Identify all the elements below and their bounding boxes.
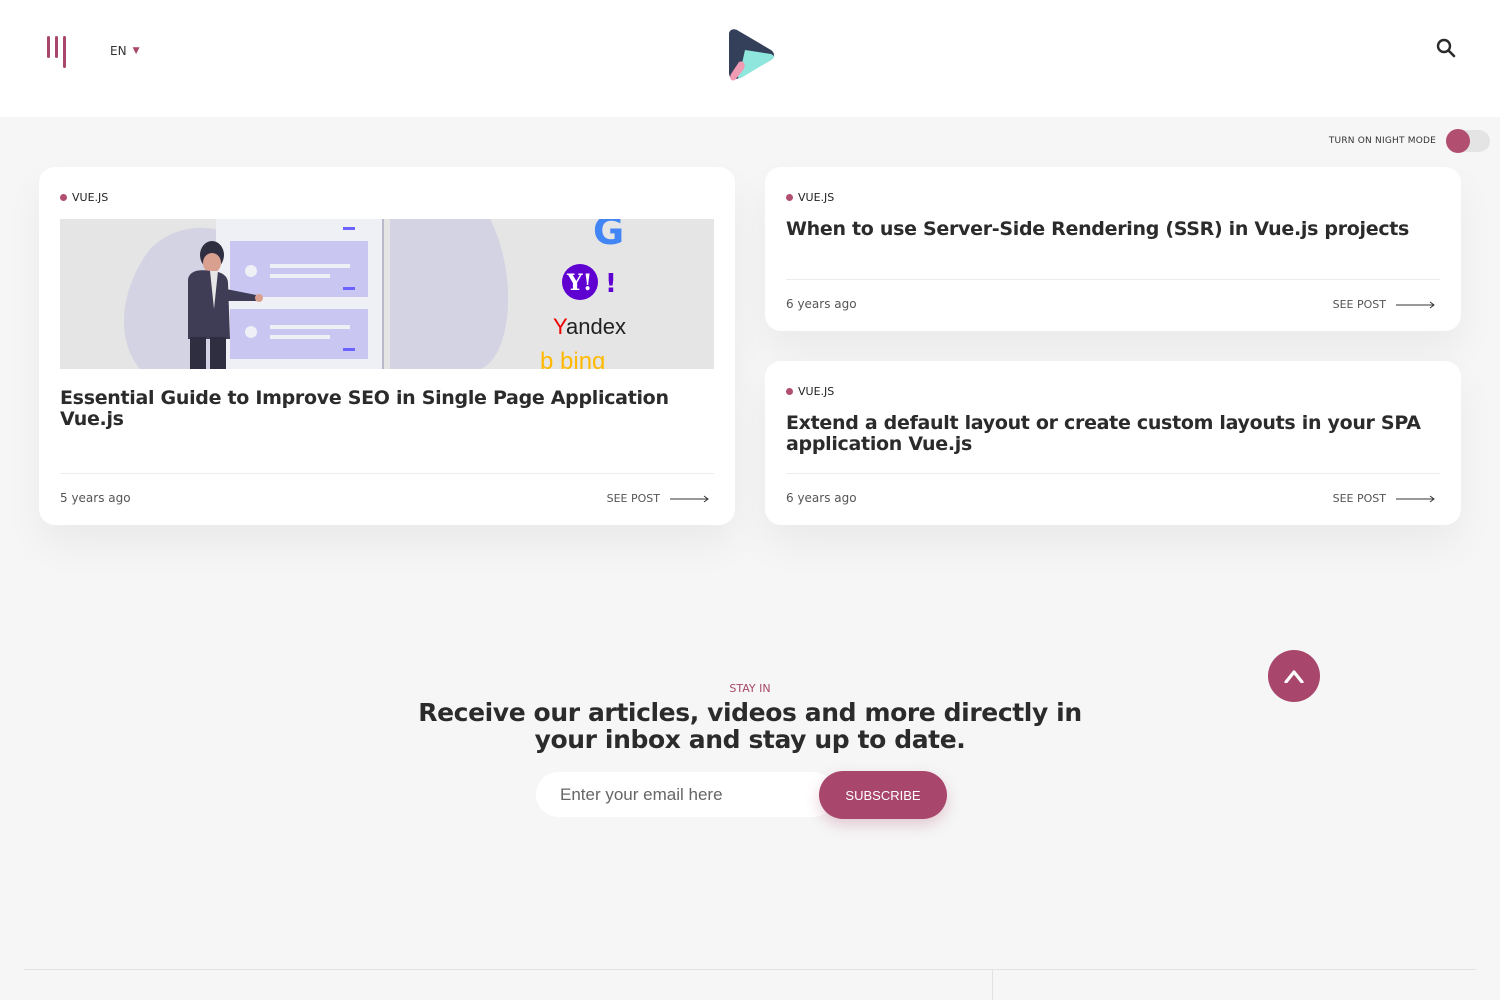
footer-column-divider: [992, 969, 993, 1000]
tag-dot-icon: [60, 194, 67, 201]
subscribe-button[interactable]: SUBSCRIBE: [819, 771, 947, 819]
post-title[interactable]: When to use Server-Side Rendering (SSR) …: [786, 219, 1441, 240]
tag-dot-icon: [786, 388, 793, 395]
night-mode-control: TURN ON NIGHT MODE: [1328, 129, 1490, 153]
tag-label: VUE.JS: [72, 191, 109, 204]
post-card[interactable]: VUE.JS G Y! ! Yandex b bing Essential Gu…: [39, 167, 735, 525]
post-thumbnail[interactable]: G Y! ! Yandex b bing: [60, 219, 714, 369]
night-mode-toggle[interactable]: [1446, 129, 1490, 153]
card-divider: [786, 473, 1440, 474]
tag-label: VUE.JS: [798, 191, 835, 204]
menu-bars-icon[interactable]: [44, 36, 70, 68]
see-post-label: SEE POST: [606, 492, 660, 505]
toggle-knob: [1446, 129, 1470, 153]
post-date: 5 years ago: [60, 491, 131, 505]
arrow-right-icon: [1396, 495, 1435, 502]
post-card[interactable]: VUE.JS When to use Server-Side Rendering…: [765, 167, 1461, 331]
svg-text:b bing: b bing: [540, 348, 605, 369]
see-post-label: SEE POST: [1332, 492, 1386, 505]
tag-dot-icon: [786, 194, 793, 201]
svg-text:!: !: [605, 269, 617, 299]
card-divider: [786, 279, 1440, 280]
svg-text:Y!: Y!: [566, 270, 592, 296]
play-logo[interactable]: [725, 28, 775, 82]
site-header: EN ▼: [0, 0, 1500, 117]
see-post-label: SEE POST: [1332, 298, 1386, 311]
tag-label: VUE.JS: [798, 385, 835, 398]
svg-text:Yandex: Yandex: [553, 314, 626, 339]
chevron-up-icon: [1284, 670, 1304, 683]
email-input[interactable]: [536, 772, 836, 817]
see-post-link[interactable]: SEE POST: [1333, 298, 1436, 311]
newsletter-title: Receive our articles, videos and more di…: [418, 698, 1082, 754]
night-mode-label: TURN ON NIGHT MODE: [1328, 136, 1436, 146]
arrow-right-icon: [670, 495, 709, 502]
search-icon[interactable]: [1436, 38, 1456, 58]
card-divider: [60, 473, 714, 474]
category-tag[interactable]: VUE.JS: [786, 191, 834, 204]
newsletter-eyebrow: STAY IN: [729, 682, 771, 695]
post-date: 6 years ago: [786, 297, 857, 311]
post-card[interactable]: VUE.JS Extend a default layout or create…: [765, 361, 1461, 525]
see-post-link[interactable]: SEE POST: [607, 492, 710, 505]
post-title[interactable]: Extend a default layout or create custom…: [786, 413, 1441, 455]
language-selector[interactable]: EN ▼: [110, 42, 139, 60]
post-date: 6 years ago: [786, 491, 857, 505]
see-post-link[interactable]: SEE POST: [1333, 492, 1436, 505]
arrow-right-icon: [1396, 301, 1435, 308]
chevron-down-icon: ▼: [132, 46, 140, 56]
category-tag[interactable]: VUE.JS: [60, 191, 108, 204]
svg-text:G: G: [593, 219, 624, 253]
post-title[interactable]: Essential Guide to Improve SEO in Single…: [60, 388, 715, 430]
footer-divider: [24, 969, 1476, 970]
language-label: EN: [110, 44, 127, 58]
category-tag[interactable]: VUE.JS: [786, 385, 834, 398]
